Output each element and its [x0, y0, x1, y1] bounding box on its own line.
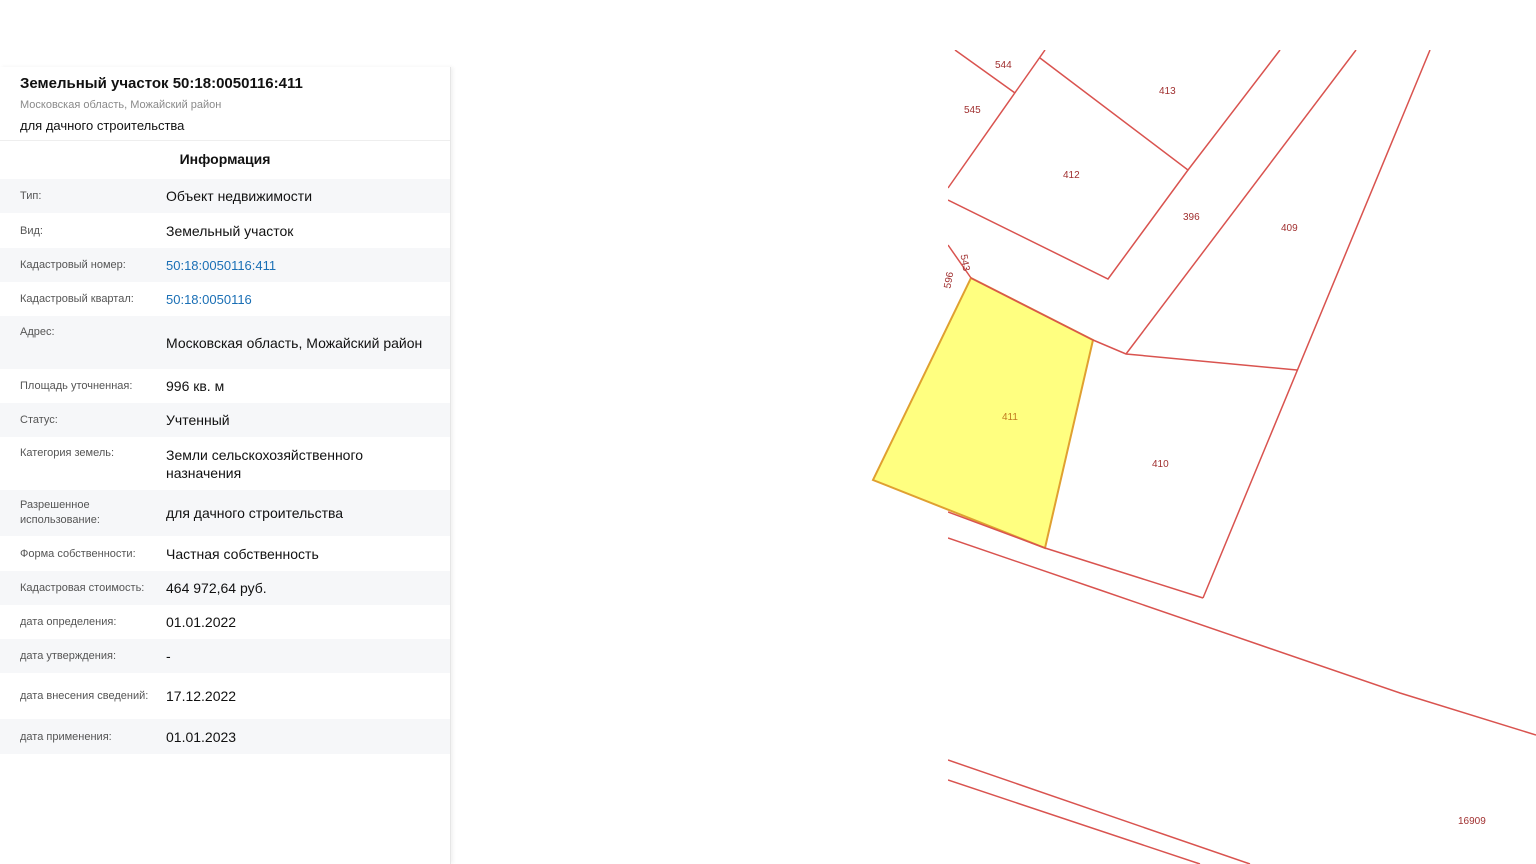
parcel-use: для дачного строительства	[20, 118, 185, 133]
table-row: Кадастровая стоимость: 464 972,64 руб.	[0, 571, 450, 605]
row-value: Частная собственность	[166, 545, 319, 562]
row-key: Тип:	[20, 190, 42, 202]
row-key: дата утверждения:	[20, 650, 117, 662]
row-key: Разрешенное использование:	[20, 499, 100, 526]
table-row: дата применения: 01.01.2023	[0, 719, 450, 754]
info-table: Тип: Объект недвижимости Вид: Земельный …	[0, 179, 450, 754]
row-key: Кадастровый квартал:	[20, 293, 134, 305]
table-row: Разрешенное использование: для дачного с…	[0, 490, 450, 536]
table-row: дата определения: 01.01.2022	[0, 605, 450, 639]
parcel-label: 16909	[1458, 816, 1486, 827]
row-key: дата применения:	[20, 730, 112, 743]
row-value: 464 972,64 руб.	[166, 580, 267, 596]
table-row: Площадь уточненная: 996 кв. м	[0, 369, 450, 403]
table-row: Вид: Земельный участок	[0, 213, 450, 248]
parcel-label: 411	[1002, 412, 1018, 423]
parcel-label: 410	[1152, 459, 1169, 470]
table-row: Статус: Учтенный	[0, 403, 450, 437]
row-key: Форма собственности:	[20, 547, 136, 560]
row-value: 17.12.2022	[166, 688, 237, 704]
row-key: Адрес:	[20, 326, 55, 338]
info-panel: Земельный участок 50:18:0050116:411 Моск…	[0, 67, 451, 864]
row-value: 01.01.2023	[166, 728, 237, 745]
parcel-label: 545	[964, 105, 981, 116]
parcel-label: 596	[943, 271, 957, 290]
table-row: дата внесения сведений: 17.12.2022	[0, 673, 450, 719]
row-key: Кадастровая стоимость:	[20, 582, 145, 594]
parcel-label: 396	[1183, 212, 1200, 223]
row-key: дата внесения сведений:	[20, 690, 149, 702]
row-key: Вид:	[20, 224, 43, 237]
parcel-411-selected[interactable]	[871, 276, 1095, 550]
row-key: Статус:	[20, 414, 58, 426]
table-row: Кадастровый номер: 50:18:0050116:411	[0, 248, 450, 282]
section-title: Информация	[179, 151, 271, 167]
panel-header: Земельный участок 50:18:0050116:411 Моск…	[0, 67, 450, 141]
parcel-label: 544	[995, 60, 1012, 71]
row-value: Земли сельскохозяйственного назначения	[166, 446, 364, 481]
table-row: Категория земель: Земли сельскохозяйстве…	[0, 437, 450, 490]
table-row: Форма собственности: Частная собственнос…	[0, 536, 450, 571]
cadastral-number-link[interactable]: 50:18:0050116:411	[166, 258, 276, 273]
row-key: Кадастровый номер:	[20, 259, 126, 271]
table-row: Адрес: Московская область, Можайский рай…	[0, 316, 450, 369]
row-key: Категория земель:	[20, 447, 115, 459]
row-value: Московская область, Можайский район	[166, 334, 423, 351]
parcel-label: 412	[1063, 170, 1080, 181]
row-value: для дачного строительства	[166, 505, 344, 521]
table-row: Тип: Объект недвижимости	[0, 179, 450, 213]
table-row: Кадастровый квартал: 50:18:0050116	[0, 282, 450, 316]
row-value: Учтенный	[166, 412, 230, 428]
row-value: 996 кв. м	[166, 378, 225, 394]
cadastral-map[interactable]: 544 545 413 412 396 409 543 596 411 410 …	[451, 0, 1536, 864]
row-value: 01.01.2022	[166, 614, 237, 630]
table-row: дата утверждения: -	[0, 639, 450, 673]
map-canvas[interactable]: 544 545 413 412 396 409 543 596 411 410 …	[451, 0, 1536, 864]
parcel-address: Московская область, Можайский район	[20, 99, 222, 111]
row-value: -	[166, 648, 171, 664]
row-key: Площадь уточненная:	[20, 380, 133, 392]
parcel-title: Земельный участок 50:18:0050116:411	[20, 75, 303, 92]
row-value: Земельный участок	[166, 222, 294, 239]
parcel-label: 413	[1159, 86, 1176, 97]
cadastral-quarter-link[interactable]: 50:18:0050116	[166, 292, 252, 307]
parcel-label: 543	[958, 254, 972, 273]
row-key: дата определения:	[20, 616, 117, 628]
parcel-label: 409	[1281, 223, 1298, 234]
row-value: Объект недвижимости	[166, 188, 313, 204]
